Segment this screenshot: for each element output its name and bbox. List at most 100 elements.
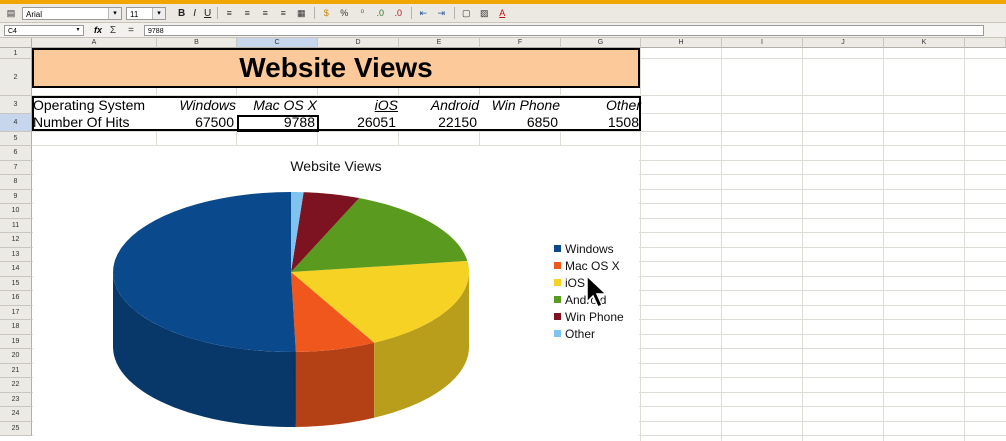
hits-winphone[interactable]: 6850	[480, 114, 558, 131]
os-header-macosx[interactable]: Mac OS X	[237, 97, 317, 114]
legend-label: Other	[565, 326, 596, 341]
decrease-indent-icon[interactable]: ⇤	[416, 6, 430, 20]
font-size-select[interactable]: 11 ▾	[126, 6, 166, 20]
column-header-e[interactable]: E	[399, 38, 480, 48]
row-header-14[interactable]: 14	[0, 262, 32, 277]
font-size-value: 11	[130, 9, 139, 19]
row-header-6[interactable]: 6	[0, 146, 32, 161]
currency-icon[interactable]: $	[319, 6, 333, 20]
chevron-down-icon: ▾	[152, 7, 165, 19]
column-header-h[interactable]: H	[641, 38, 722, 48]
column-header-b[interactable]: B	[157, 38, 237, 48]
hits-android[interactable]: 22150	[399, 114, 477, 131]
row-header-11[interactable]: 11	[0, 218, 32, 233]
row-header-24[interactable]: 24	[0, 407, 32, 422]
column-header-c[interactable]: C	[237, 38, 318, 48]
column-header-overflow	[965, 38, 1006, 48]
row-header-15[interactable]: 15	[0, 276, 32, 291]
legend-swatch	[554, 330, 561, 337]
equals-icon[interactable]: =	[124, 23, 138, 37]
align-right-icon[interactable]: ≡	[258, 6, 272, 20]
toolbar-separator	[314, 7, 316, 19]
italic-button[interactable]: I	[193, 8, 196, 19]
row-header-13[interactable]: 13	[0, 247, 32, 262]
row-header-3[interactable]: 3	[0, 96, 32, 114]
styles-icon[interactable]: ▤	[4, 6, 18, 20]
active-cell-cursor	[237, 115, 319, 132]
align-left-icon[interactable]: ≡	[222, 6, 236, 20]
row-header-12[interactable]: 12	[0, 233, 32, 248]
os-header-winphone[interactable]: Win Phone	[480, 97, 560, 114]
row-header-10[interactable]: 10	[0, 204, 32, 219]
row-header-21[interactable]: 21	[0, 363, 32, 378]
os-header-windows[interactable]: Windows	[157, 97, 236, 114]
legend-label: iOS	[565, 275, 586, 290]
chart-title: Website Views	[290, 158, 382, 174]
column-header-k[interactable]: K	[884, 38, 965, 48]
underline-button[interactable]: U	[204, 8, 211, 19]
row-header-18[interactable]: 18	[0, 320, 32, 335]
font-name-value: Arial	[26, 9, 43, 19]
percent-icon[interactable]: %	[337, 6, 351, 20]
row-header-17[interactable]: 17	[0, 305, 32, 320]
row-header-25[interactable]: 25	[0, 421, 32, 436]
justify-icon[interactable]: ≡	[276, 6, 290, 20]
hits-ios[interactable]: 26051	[318, 114, 396, 131]
row-label-hits[interactable]: Number Of Hits	[33, 114, 129, 131]
delete-decimal-icon[interactable]: .0	[391, 6, 405, 20]
font-name-select[interactable]: Arial ▾	[22, 6, 122, 20]
row-header-5[interactable]: 5	[0, 132, 32, 146]
grid-column-line	[883, 48, 884, 441]
legend-label: Windows	[565, 241, 614, 256]
grid-row-line	[32, 131, 1006, 132]
increase-indent-icon[interactable]: ⇥	[434, 6, 448, 20]
legend-label: Win Phone	[565, 309, 624, 324]
hits-windows[interactable]: 67500	[157, 114, 234, 131]
merge-cells-icon[interactable]: ▦	[294, 6, 308, 20]
number-format-icon[interactable]: ⁰	[355, 6, 369, 20]
os-header-ios[interactable]: iOS	[318, 97, 398, 114]
sheet-title-cell[interactable]: Website Views	[32, 48, 640, 88]
legend-item: Mac OS X	[554, 257, 624, 274]
row-header-23[interactable]: 23	[0, 392, 32, 407]
legend-label: Mac OS X	[565, 258, 620, 273]
os-header-other[interactable]: Other	[561, 97, 641, 114]
bold-button[interactable]: B	[178, 8, 185, 19]
column-header-j[interactable]: J	[803, 38, 884, 48]
legend-item: Windows	[554, 240, 624, 257]
column-header-a[interactable]: A	[32, 38, 157, 48]
align-center-icon[interactable]: ≡	[240, 6, 254, 20]
borders-icon[interactable]: ▢	[459, 6, 473, 20]
hits-other[interactable]: 1508	[561, 114, 639, 131]
chevron-down-icon: ▾	[76, 26, 80, 33]
formatting-toolbar: ▤ Arial ▾ 11 ▾ B I U ≡ ≡ ≡ ≡ ▦ $ % ⁰ .0 …	[0, 4, 1006, 23]
name-box[interactable]: C4 ▾	[4, 24, 84, 36]
row-header-1[interactable]: 1	[0, 48, 32, 59]
select-all-corner[interactable]	[0, 38, 32, 48]
column-header-g[interactable]: G	[561, 38, 641, 48]
row-header-20[interactable]: 20	[0, 349, 32, 364]
row-label-os[interactable]: Operating System	[33, 97, 145, 114]
row-header-9[interactable]: 9	[0, 189, 32, 204]
column-header-f[interactable]: F	[480, 38, 561, 48]
formula-input[interactable]: 9788	[144, 24, 985, 36]
column-header-d[interactable]: D	[318, 38, 399, 48]
row-header-4[interactable]: 4	[0, 114, 32, 132]
row-header-7[interactable]: 7	[0, 160, 32, 175]
font-color-icon[interactable]: A	[495, 6, 509, 20]
column-header-i[interactable]: I	[722, 38, 803, 48]
legend-item: Other	[554, 325, 624, 342]
row-header-16[interactable]: 16	[0, 291, 32, 306]
row-header-19[interactable]: 19	[0, 334, 32, 349]
chart-area[interactable]	[33, 146, 639, 441]
add-decimal-icon[interactable]: .0	[373, 6, 387, 20]
function-wizard-icon[interactable]: fx	[94, 25, 102, 35]
row-header-2[interactable]: 2	[0, 59, 32, 96]
legend-swatch	[554, 262, 561, 269]
legend-swatch	[554, 296, 561, 303]
background-color-icon[interactable]: ▨	[477, 6, 491, 20]
row-header-8[interactable]: 8	[0, 175, 32, 190]
row-header-22[interactable]: 22	[0, 378, 32, 393]
os-header-android[interactable]: Android	[399, 97, 479, 114]
sum-icon[interactable]: Σ	[106, 23, 120, 37]
